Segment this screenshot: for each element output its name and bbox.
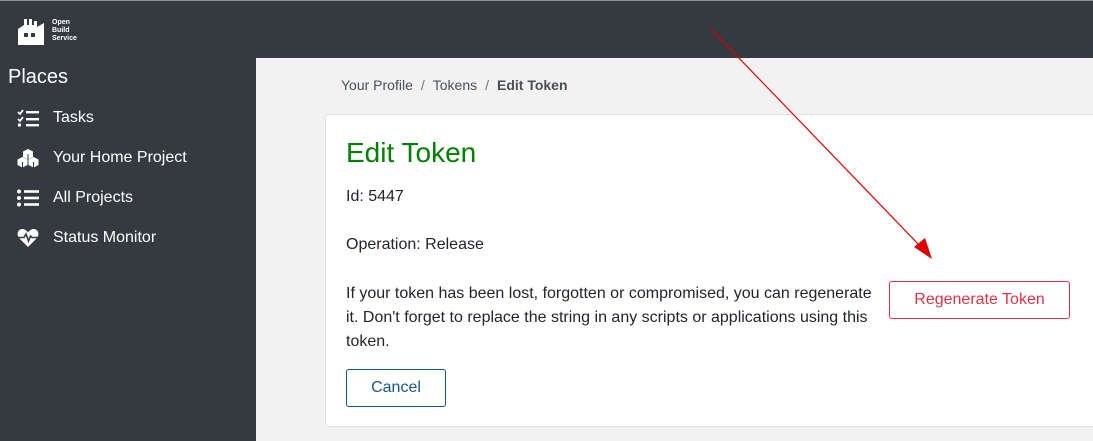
factory-logo-icon [18, 19, 44, 45]
sidebar-item-label: All Projects [53, 189, 134, 206]
regenerate-description: If your token has been lost, forgotten o… [346, 285, 872, 350]
page-title: Edit Token [346, 137, 477, 168]
edit-token-card: Edit Token Id: 5447 Operation: Release I… [325, 114, 1093, 427]
brand-line-3: Service [52, 35, 77, 42]
sidebar-item-label: Status Monitor [53, 229, 157, 246]
places-heading: Places [8, 66, 69, 88]
breadcrumb-your-profile[interactable]: Your Profile [341, 77, 413, 93]
sidebar-item-all-projects[interactable]: All Projects [16, 186, 133, 210]
heartbeat-icon [16, 227, 40, 249]
breadcrumb-separator: / [485, 77, 489, 93]
cancel-button[interactable]: Cancel [346, 369, 446, 407]
brand-line-1: Open [52, 19, 70, 26]
sidebar-item-tasks[interactable]: Tasks [16, 106, 94, 130]
regenerate-token-button[interactable]: Regenerate Token [889, 281, 1070, 319]
breadcrumb-tokens[interactable]: Tokens [433, 77, 477, 93]
tasks-icon [16, 107, 40, 129]
sidebar-item-status-monitor[interactable]: Status Monitor [16, 226, 156, 250]
brand-logo[interactable]: Open Build Service [16, 17, 77, 45]
token-id: Id: 5447 [346, 188, 404, 205]
brand-text: Open Build Service [52, 19, 77, 43]
sidebar: Places Tasks Your Home Project All Proje… [0, 58, 256, 441]
breadcrumb-current: Edit Token [497, 77, 568, 93]
brand-line-2: Build [52, 27, 70, 34]
sidebar-item-home-project[interactable]: Your Home Project [16, 146, 187, 170]
sidebar-item-label: Your Home Project [53, 149, 187, 166]
breadcrumb: Your Profile / Tokens / Edit Token [341, 77, 568, 93]
sidebar-item-label: Tasks [53, 109, 94, 126]
breadcrumb-separator: / [420, 77, 425, 93]
cubes-icon [16, 147, 40, 169]
top-navbar: Open Build Service [0, 0, 1093, 58]
list-icon [16, 187, 40, 209]
token-operation: Operation: Release [346, 236, 484, 253]
